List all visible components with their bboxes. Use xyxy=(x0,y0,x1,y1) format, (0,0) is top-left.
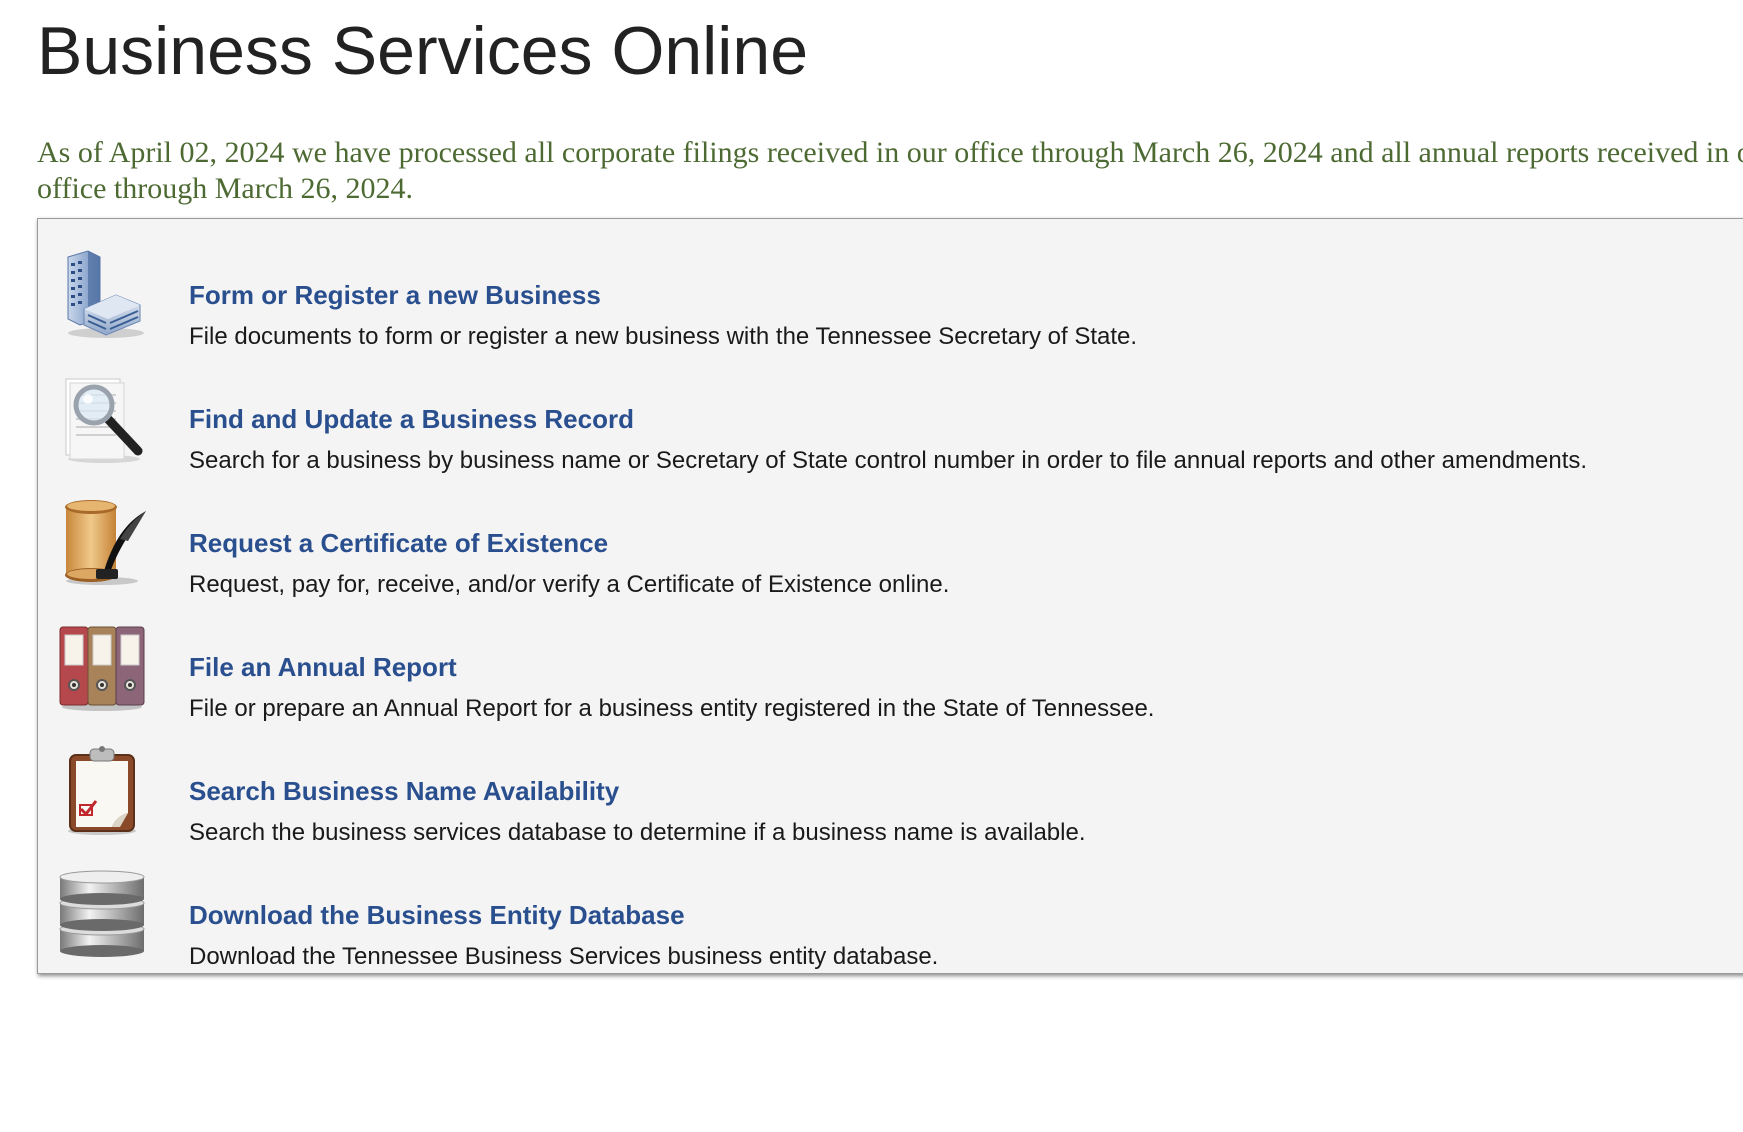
page-title: Business Services Online xyxy=(37,13,809,89)
document-magnifier-icon[interactable] xyxy=(54,369,150,465)
service-annual-report: File an Annual Report File or prepare an… xyxy=(38,611,1743,735)
binders-icon[interactable] xyxy=(54,617,150,713)
certificate-existence-link[interactable]: Request a Certificate of Existence xyxy=(189,527,608,559)
service-find-update: Find and Update a Business Record Search… xyxy=(38,363,1743,487)
processing-notice: As of April 02, 2024 we have processed a… xyxy=(37,136,1743,205)
database-icon[interactable] xyxy=(54,865,150,961)
scroll-quill-icon[interactable] xyxy=(54,493,150,589)
download-database-link[interactable]: Download the Business Entity Database xyxy=(189,899,685,931)
find-update-record-description: Search for a business by business name o… xyxy=(189,447,1588,474)
annual-report-description: File or prepare an Annual Report for a b… xyxy=(189,695,1155,722)
name-availability-description: Search the business services database to… xyxy=(189,819,1086,846)
form-register-business-link[interactable]: Form or Register a new Business xyxy=(189,279,601,311)
name-availability-link[interactable]: Search Business Name Availability xyxy=(189,775,619,807)
service-download-database: Download the Business Entity Database Do… xyxy=(38,859,1743,973)
find-update-record-link[interactable]: Find and Update a Business Record xyxy=(189,403,634,435)
certificate-existence-description: Request, pay for, receive, and/or verify… xyxy=(189,571,950,598)
service-certificate: Request a Certificate of Existence Reque… xyxy=(38,487,1743,611)
annual-report-link[interactable]: File an Annual Report xyxy=(189,651,457,683)
office-building-icon[interactable] xyxy=(54,245,150,341)
service-form-register: Form or Register a new Business File doc… xyxy=(38,239,1743,363)
clipboard-check-icon[interactable] xyxy=(54,741,150,837)
download-database-description: Download the Tennessee Business Services… xyxy=(189,943,939,970)
form-register-business-description: File documents to form or register a new… xyxy=(189,323,1138,350)
service-name-availability: Search Business Name Availability Search… xyxy=(38,735,1743,859)
services-panel: Form or Register a new Business File doc… xyxy=(37,218,1743,974)
